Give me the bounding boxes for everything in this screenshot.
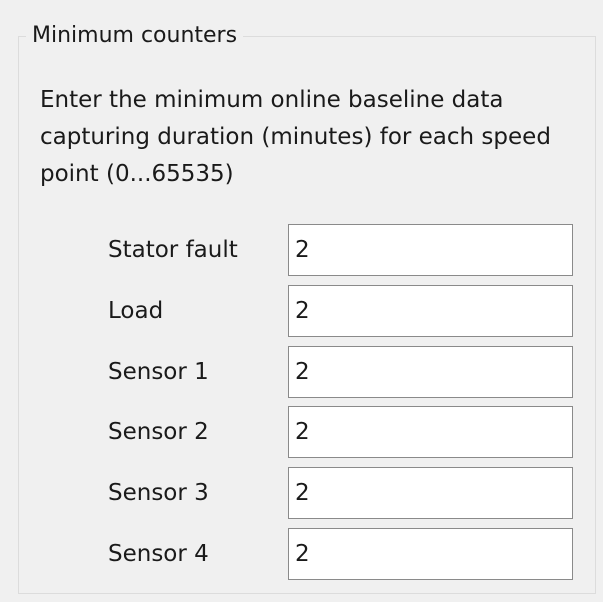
sensor-1-label: Sensor 1 bbox=[108, 359, 209, 385]
sensor-3-label: Sensor 3 bbox=[108, 480, 209, 506]
field-row-sensor-3: Sensor 3 bbox=[0, 467, 603, 519]
load-input[interactable] bbox=[288, 285, 573, 337]
sensor-2-input[interactable] bbox=[288, 406, 573, 458]
field-row-load: Load bbox=[0, 285, 603, 337]
load-label: Load bbox=[108, 298, 164, 324]
sensor-2-label: Sensor 2 bbox=[108, 419, 209, 445]
stator-fault-input[interactable] bbox=[288, 224, 573, 276]
field-row-sensor-2: Sensor 2 bbox=[0, 406, 603, 458]
stator-fault-label: Stator fault bbox=[108, 237, 238, 263]
sensor-1-input[interactable] bbox=[288, 346, 573, 398]
groupbox-title: Minimum counters bbox=[26, 22, 244, 50]
sensor-4-label: Sensor 4 bbox=[108, 541, 209, 567]
field-row-sensor-1: Sensor 1 bbox=[0, 346, 603, 398]
field-row-sensor-4: Sensor 4 bbox=[0, 528, 603, 580]
field-row-stator-fault: Stator fault bbox=[0, 224, 603, 276]
minimum-counters-panel: Minimum counters Enter the minimum onlin… bbox=[0, 0, 603, 602]
sensor-4-input[interactable] bbox=[288, 528, 573, 580]
sensor-3-input[interactable] bbox=[288, 467, 573, 519]
description-text: Enter the minimum online baseline data c… bbox=[40, 87, 551, 187]
